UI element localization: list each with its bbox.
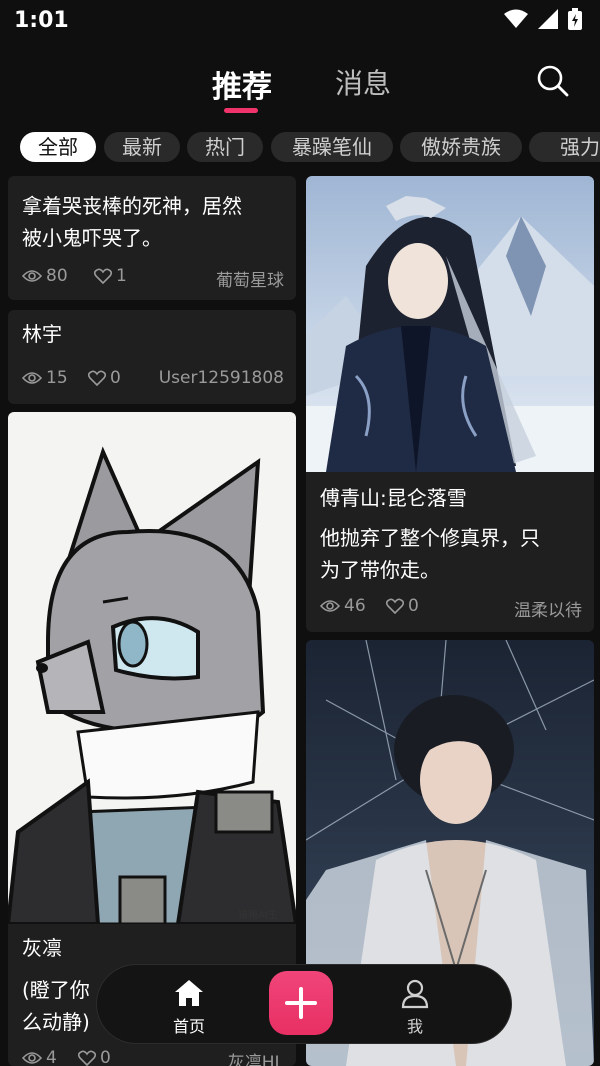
home-icon xyxy=(175,980,203,1006)
views-count: 80 xyxy=(46,266,68,286)
likes-count: 1 xyxy=(116,266,127,286)
likes-count: 0 xyxy=(100,1048,111,1066)
status-bar: 1:01 xyxy=(0,0,600,44)
card-stats: 15 0 User12591808 xyxy=(22,368,284,392)
card-author: 灰凛HL xyxy=(227,1053,284,1066)
card-stats: 46 0 温柔以待 xyxy=(320,596,582,621)
nav-home-label: 首页 xyxy=(172,1017,205,1036)
chip-all[interactable]: 全部 xyxy=(20,132,96,162)
tab-messages[interactable]: 消息 xyxy=(335,62,391,102)
nav-me-label: 我 xyxy=(406,1017,423,1036)
likes-count: 0 xyxy=(408,596,419,616)
heart-icon xyxy=(78,1050,96,1066)
views-count: 46 xyxy=(344,596,366,616)
chip-hot[interactable]: 热门 xyxy=(187,132,263,162)
heart-icon xyxy=(94,268,112,284)
card-stats: 80 1 葡萄星球 xyxy=(22,266,284,291)
likes-stat: 0 xyxy=(386,596,419,616)
chip-category-6[interactable]: 强力反 xyxy=(529,132,600,162)
category-bar: 全部 最新 热门 暴躁笔仙 傲娇贵族 强力反 xyxy=(0,132,600,162)
card-author: 葡萄星球 xyxy=(216,271,284,291)
likes-stat: 0 xyxy=(78,1048,111,1066)
views-count: 4 xyxy=(46,1048,57,1066)
image-watermark: 猫箱AI生 xyxy=(238,908,277,921)
eye-icon xyxy=(22,270,42,282)
card-image xyxy=(306,176,594,472)
tab-recommend[interactable]: 推荐 xyxy=(212,62,272,106)
profile-icon xyxy=(401,979,429,1009)
character-card[interactable]: 拿着哭丧棒的死神，居然 被小鬼吓哭了。 80 1 葡萄星球 xyxy=(8,176,296,300)
heart-icon xyxy=(386,598,404,614)
heart-icon xyxy=(88,370,106,386)
card-description: 他抛弃了整个修真界，只 为了带你走。 xyxy=(320,526,540,582)
likes-stat: 0 xyxy=(88,368,121,388)
eye-icon xyxy=(22,1052,42,1064)
card-author: 温柔以待 xyxy=(514,601,582,621)
chip-latest[interactable]: 最新 xyxy=(104,132,180,162)
card-author: User12591808 xyxy=(158,368,284,388)
signal-icon xyxy=(538,9,558,29)
eye-icon xyxy=(320,600,340,612)
chip-category-5[interactable]: 傲娇贵族 xyxy=(400,132,522,162)
views-stat: 80 xyxy=(22,266,68,286)
plus-icon xyxy=(285,987,317,1019)
active-tab-indicator xyxy=(224,108,258,113)
card-title: 傅青山:昆仑落雪 xyxy=(320,486,467,510)
views-count: 15 xyxy=(46,368,68,388)
card-image: 猫箱AI生 xyxy=(8,412,296,924)
wifi-icon xyxy=(504,9,528,28)
create-button[interactable] xyxy=(269,971,333,1035)
character-card[interactable]: 林宇 15 0 User12591808 xyxy=(8,310,296,404)
nav-me[interactable]: 我 xyxy=(395,979,435,1036)
card-description: 拿着哭丧棒的死神，居然 被小鬼吓哭了。 xyxy=(22,194,242,250)
eye-icon xyxy=(22,372,42,384)
views-stat: 46 xyxy=(320,596,366,616)
likes-count: 0 xyxy=(110,368,121,388)
bottom-nav: 首页 我 xyxy=(96,964,512,1044)
status-icons xyxy=(504,8,582,30)
views-stat: 15 xyxy=(22,368,68,388)
battery-icon xyxy=(568,8,582,30)
card-stats: 4 0 灰凛HL xyxy=(22,1048,284,1066)
card-description: (瞪了你 么动静) xyxy=(22,978,90,1034)
character-card[interactable]: 傅青山:昆仑落雪 他抛弃了整个修真界，只 为了带你走。 46 0 温柔以待 xyxy=(306,176,594,632)
search-icon[interactable] xyxy=(536,64,570,98)
card-title: 灰凛 xyxy=(22,936,62,960)
status-time: 1:01 xyxy=(14,8,69,33)
nav-home[interactable]: 首页 xyxy=(169,979,209,1036)
card-title: 林宇 xyxy=(22,322,62,346)
likes-stat: 1 xyxy=(94,266,127,286)
views-stat: 4 xyxy=(22,1048,57,1066)
top-bar: 推荐 消息 xyxy=(0,60,600,116)
chip-category-4[interactable]: 暴躁笔仙 xyxy=(271,132,393,162)
